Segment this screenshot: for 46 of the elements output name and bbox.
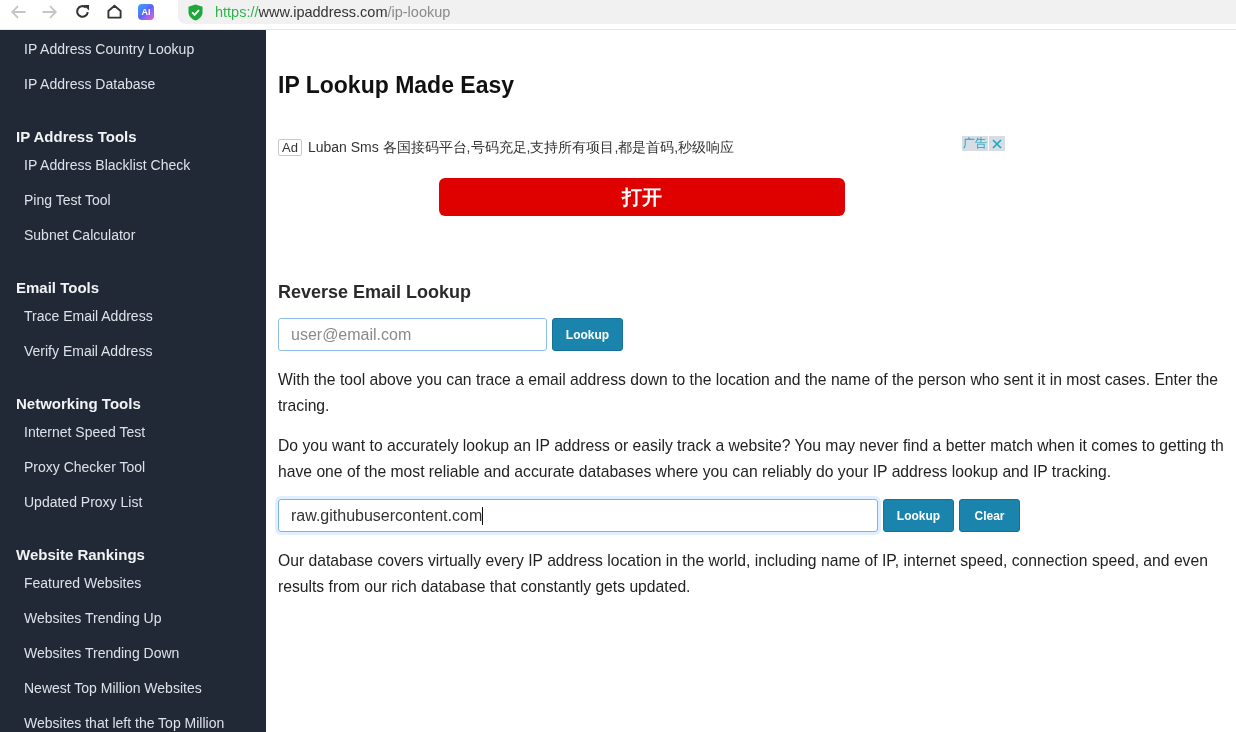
paragraph: Do you want to accurately lookup an IP address or easily track a website? You may never find a better match when it comes to getting th have one of the most reliable and accurate databases where you can reliably do your IP address lookup and IP tracking. bbox=[278, 436, 1224, 482]
sidebar-link[interactable]: Ping Test Tool bbox=[24, 191, 111, 209]
sidebar-link[interactable]: Subnet Calculator bbox=[24, 226, 136, 244]
sidebar-heading: Website Rankings bbox=[16, 545, 145, 565]
ad-text[interactable]: Luban Sms 各国接码平台,号码充足,支持所有项目,都是首码,秒级响应 bbox=[307, 138, 735, 156]
close-icon bbox=[992, 138, 1002, 149]
address-bar[interactable]: https://www.ipaddress.com/ip-lookup bbox=[178, 0, 1236, 24]
sidebar-heading: Email Tools bbox=[16, 278, 100, 298]
sidebar-link[interactable]: Newest Top Million Websites bbox=[24, 679, 202, 697]
reload-button[interactable] bbox=[74, 4, 90, 19]
url-input[interactable]: raw.githubusercontent.com bbox=[278, 499, 878, 532]
clear-button[interactable]: Clear bbox=[959, 499, 1020, 532]
home-button[interactable] bbox=[106, 4, 122, 19]
ad-badge: Ad bbox=[278, 138, 302, 156]
sidebar-link[interactable]: Verify Email Address bbox=[24, 342, 153, 360]
sidebar-link[interactable]: IP Address Database bbox=[24, 75, 156, 93]
ad-label: 广告 bbox=[962, 136, 988, 151]
lookup-button[interactable]: Lookup bbox=[552, 318, 623, 351]
shield-check-icon bbox=[188, 3, 203, 21]
url-text[interactable]: https://www.ipaddress.com/ip-lookup bbox=[215, 3, 451, 21]
sidebar-link[interactable]: Internet Speed Test bbox=[24, 423, 146, 441]
sidebar-link[interactable]: Websites Trending Down bbox=[24, 644, 180, 662]
sidebar-heading: Networking Tools bbox=[16, 394, 141, 414]
extension-button[interactable]: AI bbox=[138, 3, 154, 20]
paragraph: Our database covers virtually every IP address location in the world, including name of IP, internet speed, connection speed, and even results from our rich database that constantly gets updated. bbox=[278, 551, 1208, 597]
sidebar-link[interactable]: IP Address Blacklist Check bbox=[24, 156, 191, 174]
lookup-button[interactable]: Lookup bbox=[883, 499, 954, 532]
home-icon bbox=[106, 4, 122, 19]
sidebar-link[interactable]: Updated Proxy List bbox=[24, 493, 143, 511]
sidebar-link[interactable]: Websites that left the Top Million bbox=[24, 714, 225, 732]
reload-icon bbox=[74, 4, 90, 19]
section-heading: Reverse Email Lookup bbox=[278, 281, 472, 304]
paragraph: With the tool above you can trace a email address down to the location and the name of the person who sent it in most cases. Enter the tracing. bbox=[278, 370, 1219, 416]
sidebar-link[interactable]: Proxy Checker Tool bbox=[24, 458, 146, 476]
email-input[interactable]: user@email.com bbox=[278, 318, 547, 351]
close-button[interactable] bbox=[989, 136, 1005, 151]
sidebar-link[interactable]: Trace Email Address bbox=[24, 307, 153, 325]
open-button[interactable]: 打开 bbox=[438, 178, 845, 216]
text-cursor bbox=[482, 506, 484, 525]
arrow-right-icon bbox=[42, 4, 58, 19]
arrow-left-icon bbox=[10, 4, 26, 19]
sidebar-link[interactable]: Featured Websites bbox=[24, 574, 142, 592]
sidebar-heading: IP Address Tools bbox=[16, 127, 137, 147]
sidebar-link[interactable]: IP Address Country Lookup bbox=[24, 40, 195, 58]
sidebar-link[interactable]: Websites Trending Up bbox=[24, 609, 162, 627]
page-title: IP Lookup Made Easy bbox=[278, 71, 515, 100]
